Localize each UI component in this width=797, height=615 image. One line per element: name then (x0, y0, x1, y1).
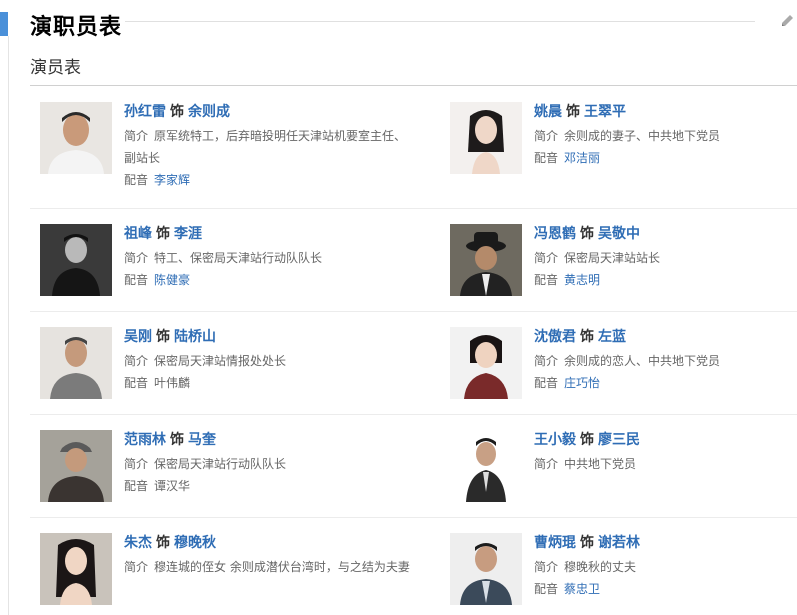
intro-label: 简介 (534, 457, 559, 471)
actor-photo[interactable] (450, 533, 522, 605)
voice-actor-name: 谭汉华 (154, 479, 191, 493)
section-accent-bar (0, 12, 8, 36)
voice-label: 配音 (534, 273, 559, 287)
row-divider (30, 517, 797, 518)
voice-label: 配音 (534, 582, 559, 596)
as-label: 饰 (156, 226, 170, 242)
intro-text: 保密局天津站站长 (564, 251, 661, 265)
role-name-link[interactable]: 廖三民 (598, 432, 640, 448)
actor-name-link[interactable]: 冯恩鹤 (534, 226, 576, 242)
intro-text: 中共地下党员 (564, 457, 637, 471)
voice-label: 配音 (124, 273, 149, 287)
voice-actor-link[interactable]: 陈健豪 (154, 273, 190, 287)
actor-photo[interactable] (450, 430, 522, 502)
actor-name-link[interactable]: 朱杰 (124, 535, 152, 551)
actor-photo[interactable] (40, 430, 112, 502)
actor-photo[interactable] (40, 327, 112, 399)
row-divider (30, 208, 797, 209)
role-name-link[interactable]: 穆晚秋 (174, 535, 216, 551)
as-label: 饰 (156, 535, 170, 551)
intro-text: 特工、保密局天津站行动队队长 (154, 251, 323, 265)
intro-text: 余则成的恋人、中共地下党员 (564, 354, 721, 368)
actor-photo[interactable] (40, 102, 112, 174)
actor-photo[interactable] (450, 327, 522, 399)
as-label: 饰 (580, 329, 594, 345)
actor-photo[interactable] (40, 224, 112, 296)
as-label: 饰 (156, 329, 170, 345)
intro-label: 简介 (124, 251, 149, 265)
actor-photo[interactable] (450, 224, 522, 296)
actor-name-link[interactable]: 王小毅 (534, 432, 576, 448)
intro-label: 简介 (124, 129, 149, 143)
as-label: 饰 (170, 104, 184, 120)
intro-label: 简介 (534, 560, 559, 574)
intro-label: 简介 (534, 251, 559, 265)
role-name-link[interactable]: 陆桥山 (174, 329, 216, 345)
voice-actor-link[interactable]: 黄志明 (564, 273, 600, 287)
intro-label: 简介 (534, 354, 559, 368)
intro-label: 简介 (124, 560, 149, 574)
as-label: 饰 (170, 432, 184, 448)
role-name-link[interactable]: 余则成 (188, 104, 230, 120)
row-divider (30, 414, 797, 415)
voice-actor-link[interactable]: 蔡忠卫 (564, 582, 600, 596)
actor-photo[interactable] (40, 533, 112, 605)
edit-icon[interactable] (779, 12, 797, 30)
actor-photo[interactable] (450, 102, 522, 174)
intro-text: 余则成的妻子、中共地下党员 (564, 129, 721, 143)
subtitle-divider (30, 85, 797, 86)
actor-name-link[interactable]: 孙红雷 (124, 104, 166, 120)
role-name-link[interactable]: 王翠平 (584, 104, 626, 120)
as-label: 饰 (566, 104, 580, 120)
voice-label: 配音 (124, 173, 149, 187)
as-label: 饰 (580, 535, 594, 551)
left-divider (8, 36, 9, 615)
cast-subtitle: 演员表 (30, 58, 81, 78)
voice-actor-link[interactable]: 李家辉 (154, 173, 190, 187)
as-label: 饰 (580, 432, 594, 448)
voice-label: 配音 (124, 479, 149, 493)
page-title: 演职员表 (30, 15, 123, 40)
role-name-link[interactable]: 谢若林 (598, 535, 640, 551)
actor-name-link[interactable]: 沈傲君 (534, 329, 576, 345)
voice-actor-name: 叶伟麟 (154, 376, 191, 390)
voice-label: 配音 (124, 376, 149, 390)
actor-name-link[interactable]: 姚晨 (534, 104, 562, 120)
as-label: 饰 (580, 226, 594, 242)
voice-label: 配音 (534, 151, 559, 165)
voice-actor-link[interactable]: 邓洁丽 (564, 151, 600, 165)
role-name-link[interactable]: 马奎 (188, 432, 216, 448)
voice-actor-link[interactable]: 庄巧怡 (564, 376, 600, 390)
actor-name-link[interactable]: 曹炳琨 (534, 535, 576, 551)
role-name-link[interactable]: 左蓝 (598, 329, 626, 345)
intro-text: 保密局天津站行动队队长 (154, 457, 287, 471)
actor-name-link[interactable]: 吴刚 (124, 329, 152, 345)
actor-name-link[interactable]: 祖峰 (124, 226, 152, 242)
actor-name-link[interactable]: 范雨林 (124, 432, 166, 448)
intro-text: 原军统特工，后弃暗投明任天津站机要室主任、副站长 (124, 129, 407, 165)
intro-label: 简介 (534, 129, 559, 143)
role-name-link[interactable]: 李涯 (174, 226, 202, 242)
voice-label: 配音 (534, 376, 559, 390)
role-name-link[interactable]: 吴敬中 (598, 226, 640, 242)
intro-label: 简介 (124, 354, 149, 368)
intro-text: 穆晚秋的丈夫 (564, 560, 637, 574)
title-divider (125, 21, 755, 22)
intro-text: 保密局天津站情报处处长 (154, 354, 287, 368)
intro-label: 简介 (124, 457, 149, 471)
row-divider (30, 311, 797, 312)
intro-text: 穆连城的侄女 余则成潜伏台湾时，与之结为夫妻 (154, 560, 410, 574)
